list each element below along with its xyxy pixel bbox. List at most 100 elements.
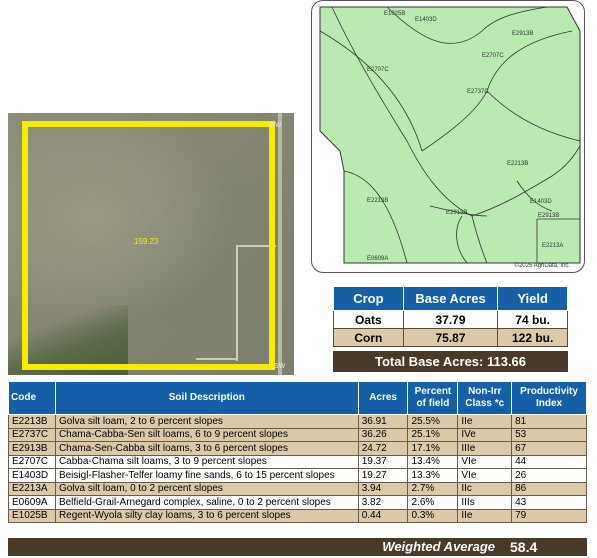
soil-acres: 36.91 <box>357 414 409 429</box>
aerial-photo: 159.23 NW SW <box>8 113 294 375</box>
total-base-acres: Total Base Acres: 113.66 <box>333 351 568 372</box>
field-acre-label: 159.23 <box>134 237 159 246</box>
soil-acres: 19.27 <box>357 468 409 483</box>
soil-table: Code Soil Description Acres Percent of f… <box>8 381 587 523</box>
map-label: E2737C <box>467 89 489 95</box>
acres-header: Acres <box>357 381 409 415</box>
soil-row: E2213A Golva silt loam, 0 to 2 percent s… <box>8 481 587 496</box>
soil-acres: 0.44 <box>357 508 409 523</box>
map-label: E2707C <box>367 67 389 73</box>
yield-header: Yield <box>497 286 568 311</box>
soil-code: E2707C <box>8 454 56 469</box>
soil-percent: 2.6% <box>407 495 459 510</box>
map-label: E2913B <box>538 213 560 219</box>
crop-yield: 122 bu. <box>497 328 568 347</box>
index-header: Productivity Index <box>511 381 587 415</box>
soil-index: 44 <box>511 454 587 469</box>
map-label: E2913B <box>512 31 534 37</box>
soil-acres: 19.37 <box>357 454 409 469</box>
soil-class: IIIe <box>457 441 513 456</box>
weighted-average-label: Weighted Average <box>382 539 495 554</box>
map-label: E1403D <box>530 199 552 205</box>
crop-row: Oats 37.79 74 bu. <box>333 310 568 329</box>
crop-name: Corn <box>333 328 404 347</box>
soil-index: 43 <box>511 495 587 510</box>
soil-class: IIe <box>457 414 513 429</box>
crop-table-header: Crop Base Acres Yield <box>333 286 568 311</box>
soil-table-header: Code Soil Description Acres Percent of f… <box>8 381 587 415</box>
soil-row: E0609A Belfield-Grail-Arnegard complex, … <box>8 495 587 510</box>
soil-row: E2213B Golva silt loam, 2 to 6 percent s… <box>8 414 587 429</box>
soil-row: E1025B Regent-Wyola silty clay loams, 3 … <box>8 508 587 523</box>
map-copyright: ©2025 AgriData, Inc. <box>514 263 570 269</box>
crop-table: Crop Base Acres Yield Oats 37.79 74 bu. … <box>333 286 568 347</box>
soil-index: 81 <box>511 414 587 429</box>
weighted-average-value: 58.4 <box>510 539 538 555</box>
crop-base-acres: 75.87 <box>402 328 499 347</box>
soil-class: VIe <box>457 454 513 469</box>
soil-description: Belfield-Grail-Arnegard complex, saline,… <box>54 495 359 510</box>
base-acres-header: Base Acres <box>402 286 499 311</box>
map-label: E2913B <box>446 210 468 216</box>
soil-map-drawing <box>319 6 581 264</box>
soil-percent: 25.1% <box>407 427 459 442</box>
soil-index: 67 <box>511 441 587 456</box>
soil-index: 53 <box>511 427 587 442</box>
soil-class: IVe <box>457 427 513 442</box>
description-header: Soil Description <box>54 381 359 415</box>
soil-class: VIe <box>457 468 513 483</box>
aerial-road <box>278 113 282 375</box>
map-label: E2213B <box>507 161 529 167</box>
soil-row: E2913B Chama-Sen-Cabba silt loams, 3 to … <box>8 441 587 456</box>
map-label: E0609A <box>367 256 389 262</box>
soil-code: E2213B <box>8 414 56 429</box>
soil-description: Cabba-Chama silt loams, 3 to 9 percent s… <box>54 454 359 469</box>
soil-code: E0609A <box>8 495 56 510</box>
soil-row: E2707C Cabba-Chama silt loams, 3 to 9 pe… <box>8 454 587 469</box>
soil-index: 79 <box>511 508 587 523</box>
soil-code: E2913B <box>8 441 56 456</box>
crop-name: Oats <box>333 310 404 329</box>
soil-row: E2737C Chama-Cabba-Sen silt loams, 6 to … <box>8 427 587 442</box>
soil-code: E1025B <box>8 508 56 523</box>
soil-acres: 3.82 <box>357 495 409 510</box>
crop-header: Crop <box>333 286 404 311</box>
soil-percent: 13.3% <box>407 468 459 483</box>
corner-label-nw: NW <box>270 122 282 129</box>
soil-acres: 24.72 <box>357 441 409 456</box>
crop-yield: 74 bu. <box>497 310 568 329</box>
map-label: E2707C <box>482 53 504 59</box>
map-label: E1025B <box>384 11 406 17</box>
soil-percent: 2.7% <box>407 481 459 496</box>
soil-class: IIc <box>457 481 513 496</box>
soil-class: IIe <box>457 508 513 523</box>
soil-description: Beisigl-Flasher-Telfer loamy fine sands,… <box>54 468 359 483</box>
soil-index: 26 <box>511 468 587 483</box>
weighted-average-bar: Weighted Average 58.4 <box>8 538 587 556</box>
soil-description: Chama-Sen-Cabba silt loams, 3 to 6 perce… <box>54 441 359 456</box>
soil-code: E2213A <box>8 481 56 496</box>
soil-description: Golva silt loam, 2 to 6 percent slopes <box>54 414 359 429</box>
class-header: Non-Irr Class *c <box>457 381 513 415</box>
soil-row: E1403D Beisigl-Flasher-Telfer loamy fine… <box>8 468 587 483</box>
soil-description: Golva silt loam, 0 to 2 percent slopes <box>54 481 359 496</box>
corner-label-sw: SW <box>274 363 286 370</box>
crop-base-acres: 37.79 <box>402 310 499 329</box>
soil-class: IIIs <box>457 495 513 510</box>
soil-description: Chama-Cabba-Sen silt loams, 6 to 9 perce… <box>54 427 359 442</box>
soil-index: 86 <box>511 481 587 496</box>
soil-percent: 0.3% <box>407 508 459 523</box>
map-label: E1403D <box>415 17 437 23</box>
soil-code: E1403D <box>8 468 56 483</box>
soil-acres: 3.94 <box>357 481 409 496</box>
soil-percent: 25.5% <box>407 414 459 429</box>
soil-description: Regent-Wyola silty clay loams, 3 to 6 pe… <box>54 508 359 523</box>
code-header: Code <box>8 381 56 415</box>
map-label: E2213B <box>367 198 389 204</box>
soil-percent: 17.1% <box>407 441 459 456</box>
percent-header: Percent of field <box>407 381 459 415</box>
crop-row: Corn 75.87 122 bu. <box>333 328 568 347</box>
soil-map: E1025B E1403D E2913B E2707C E2707C E2737… <box>311 0 585 273</box>
soil-percent: 13.4% <box>407 454 459 469</box>
map-label: E2213A <box>542 243 564 249</box>
